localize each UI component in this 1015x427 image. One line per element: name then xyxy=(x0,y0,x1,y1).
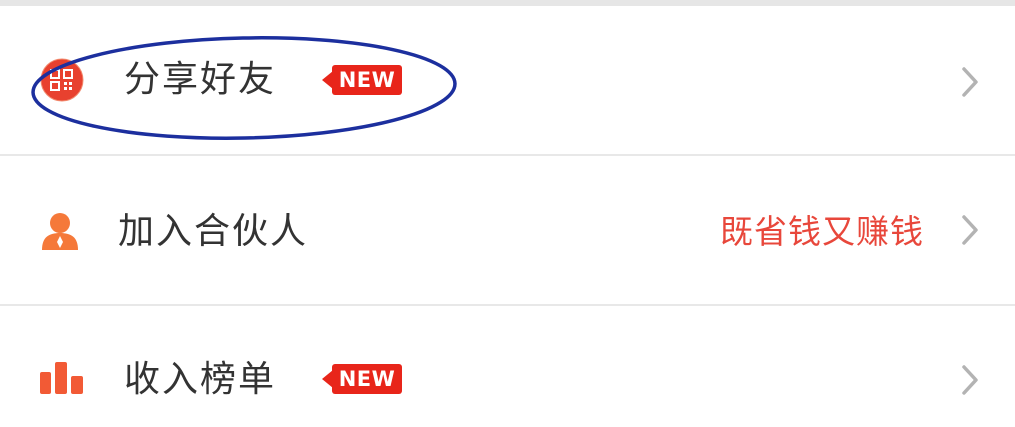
menu-item-label: 收入榜单 xyxy=(124,359,277,400)
new-badge: NEW xyxy=(322,364,402,394)
chevron-right-icon xyxy=(962,67,978,97)
menu-item-income-ranking[interactable]: 收入榜单 NEW xyxy=(0,306,1015,427)
ranking-bar-chart-icon xyxy=(40,362,83,394)
partner-person-icon xyxy=(42,213,78,250)
chevron-right-icon xyxy=(962,215,978,245)
menu-item-label: 分享好友 xyxy=(124,59,277,100)
menu-item-label: 加入合伙人 xyxy=(118,211,309,252)
promo-text: 既省钱又赚钱 xyxy=(720,212,924,251)
menu-item-join-partner[interactable]: 加入合伙人 既省钱又赚钱 xyxy=(0,156,1015,304)
chevron-right-icon xyxy=(962,365,978,395)
new-badge: NEW xyxy=(322,65,402,95)
menu-item-share-friends[interactable]: 分享好友 NEW xyxy=(0,6,1015,154)
share-qr-icon xyxy=(40,58,84,102)
